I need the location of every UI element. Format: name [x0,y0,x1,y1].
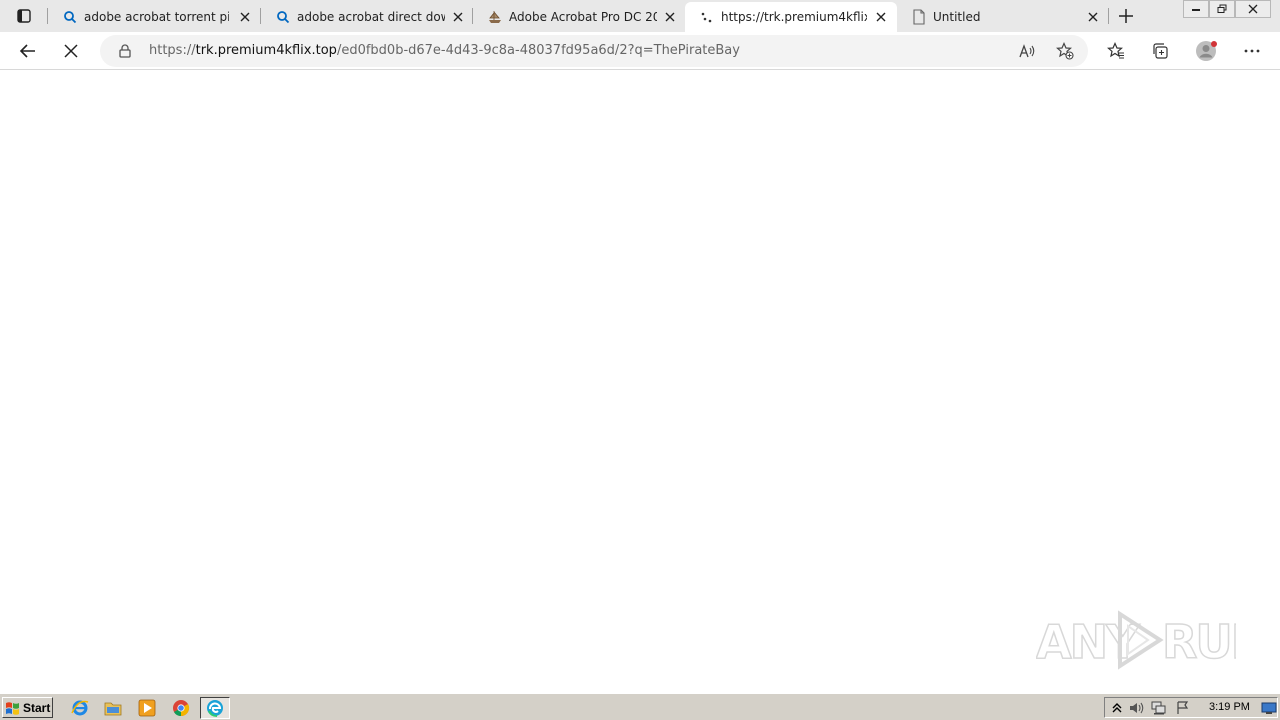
collections-button[interactable] [1146,37,1174,65]
favorites-button[interactable] [1102,37,1130,65]
start-button[interactable]: Start [2,697,53,718]
favorites-icon [1107,42,1124,59]
close-icon [1248,4,1258,14]
tab-title: adobe acrobat direct download [297,10,445,24]
edge-icon[interactable] [200,697,230,719]
close-tab-icon[interactable] [238,10,252,24]
volume-icon[interactable] [1129,700,1145,716]
system-tray: 3:19 PM [1104,697,1278,718]
close-tab-icon[interactable] [874,10,888,24]
tab-search-torrent[interactable]: adobe acrobat torrent pirate [48,2,260,32]
close-window-button[interactable] [1235,0,1271,18]
plus-icon [1119,9,1133,23]
tab-title: adobe acrobat torrent pirate [84,10,229,24]
watermark-text-right: RUN [1162,615,1236,669]
tab-strip: adobe acrobat torrent pirate adobe acrob… [0,0,1280,32]
chevron-up-icon[interactable] [1109,700,1125,716]
page-content [0,70,1280,692]
chrome-icon[interactable] [171,698,191,718]
read-aloud-button[interactable] [1016,39,1040,63]
read-aloud-icon [1019,44,1035,58]
browser-toolbar: https://trk.premium4kflix.top/ed0fbd0b-d… [0,32,1280,70]
clock[interactable]: 3:19 PM [1209,701,1250,713]
settings-more-button[interactable] [1238,37,1266,65]
lock-icon[interactable] [117,43,133,59]
tab-adobe-acrobat[interactable]: Adobe Acrobat Pro DC 2023 [473,2,684,32]
restore-icon [1217,4,1227,13]
minimize-icon [1192,9,1200,11]
profile-button[interactable] [1192,37,1220,65]
tab-untitled[interactable]: Untitled [897,2,1108,32]
collections-icon [1153,43,1168,59]
ie-icon[interactable] [70,698,90,718]
tab-title: Adobe Acrobat Pro DC 2023 [509,10,657,24]
tab-premium4kflix[interactable]: https://trk.premium4kflix.top [685,2,897,32]
anyrun-watermark: ANY RUN [1035,608,1270,672]
close-tab-icon[interactable] [1086,10,1100,24]
star-add-icon [1056,42,1074,60]
restore-button[interactable] [1209,0,1235,18]
url-text[interactable]: https://trk.premium4kflix.top/ed0fbd0b-d… [149,43,740,59]
tab-separator [1108,8,1109,24]
url-host: trk.premium4kflix.top [195,43,337,58]
search-icon [275,9,291,25]
close-tab-icon[interactable] [451,10,465,24]
taskbar: Start 3:19 PM [0,693,1280,720]
network-icon[interactable] [1151,700,1167,716]
action-center-flag-icon[interactable] [1175,700,1191,716]
new-tab-button[interactable] [1116,6,1136,26]
media-player-icon[interactable] [137,698,157,718]
windows-flag-icon [6,701,19,715]
page-icon [911,9,927,25]
stop-loading-button[interactable] [57,37,85,65]
url-path: /ed0fbd0b-d67e-4d43-9c8a-48037fd95a6d/2?… [336,43,740,58]
add-favorite-button[interactable] [1053,39,1077,63]
back-arrow-icon [19,44,35,58]
close-icon [64,44,78,58]
tab-title: Untitled [933,10,981,24]
address-bar[interactable]: https://trk.premium4kflix.top/ed0fbd0b-d… [100,35,1088,67]
tab-title: https://trk.premium4kflix.top [721,10,867,24]
url-scheme: https:// [149,43,196,58]
more-icon [1244,49,1260,53]
start-label: Start [23,700,51,715]
loading-icon [699,9,715,25]
tab-actions-icon [17,9,31,23]
show-desktop-icon[interactable] [1261,700,1277,716]
ship-icon [487,9,503,25]
folder-icon[interactable] [103,698,123,718]
close-tab-icon[interactable] [663,10,677,24]
tab-search-direct-download[interactable]: adobe acrobat direct download [261,2,472,32]
tab-actions-button[interactable] [10,6,38,26]
search-icon [62,9,78,25]
minimize-button[interactable] [1183,0,1209,18]
avatar-icon [1196,41,1217,61]
back-button[interactable] [14,37,42,65]
